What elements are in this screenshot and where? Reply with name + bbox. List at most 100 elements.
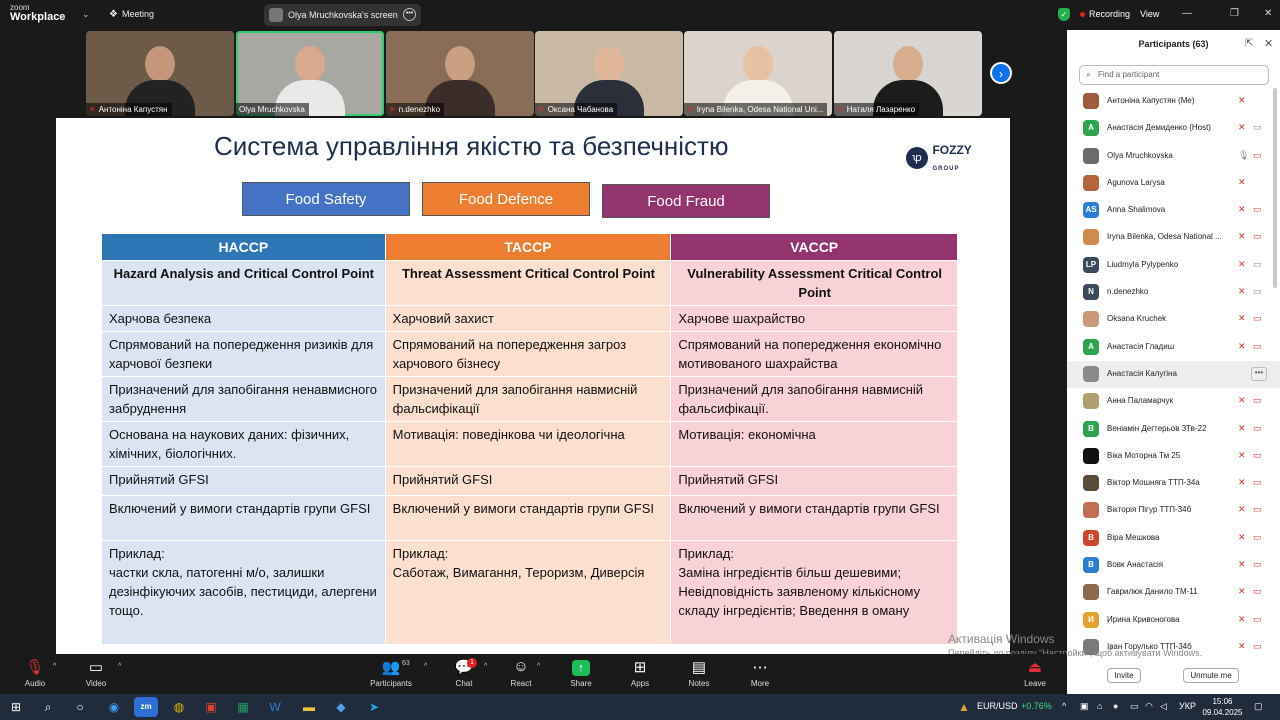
react-options-chevron-icon[interactable]: ^ [537, 663, 540, 670]
more-options-icon[interactable]: ••• [403, 8, 416, 21]
more-button[interactable]: ⋯ More [735, 658, 785, 688]
video-button[interactable]: ▭ Video [71, 658, 121, 688]
volume-icon[interactable]: ◁ [1160, 701, 1167, 712]
view-button[interactable]: View [1140, 9, 1159, 19]
pop-out-icon[interactable]: ⇱ [1245, 38, 1253, 49]
participant-name: Вовк Анастасія [1107, 560, 1164, 570]
video-tile[interactable]: ✕ Оксана Чабанова [535, 31, 683, 116]
participant-row[interactable]: Гаврилюк Данило ТМ-11 ✕ ▭ [1067, 579, 1280, 606]
apps-button[interactable]: ⊞ Apps [615, 658, 665, 688]
task-view-icon[interactable]: ○ [68, 697, 92, 717]
chevron-down-icon[interactable]: ⌄ [82, 9, 90, 20]
participant-row[interactable]: LP Liudmyla Pylypenko ✕ ▭ [1067, 252, 1280, 279]
participant-row[interactable]: Oksana Kruchek ✕ ▭ [1067, 306, 1280, 333]
invite-button[interactable]: Invite [1107, 668, 1141, 683]
shared-screen-area: Система управління якістю та безпечністю… [0, 118, 1067, 654]
muted-mic-icon: ✕ [1238, 477, 1246, 488]
pdf-reader-icon[interactable]: ▣ [199, 697, 223, 717]
tray-app-icon[interactable]: ▣ [1080, 701, 1089, 712]
store-app-icon[interactable]: ◆ [329, 697, 353, 717]
video-off-icon: ▭ [1253, 586, 1262, 597]
participant-row[interactable]: AS Anna Shalimova ✕ ▭ [1067, 197, 1280, 224]
video-tile[interactable]: ✕ Антоніна Капустян [86, 31, 234, 116]
search-icon[interactable]: ⌕ [36, 697, 60, 717]
participants-options-chevron-icon[interactable]: ^ [424, 663, 427, 670]
participant-row[interactable]: В Віра Мешкова ✕ ▭ [1067, 525, 1280, 552]
sharer-avatar [269, 8, 283, 22]
participant-row[interactable]: Вікторія Пігур ТТП-34б ✕ ▭ [1067, 497, 1280, 524]
avatar [1083, 229, 1099, 246]
participant-row[interactable]: Віка Моторна Тм 25 ✕ ▭ [1067, 443, 1280, 470]
title-bar-right: ✓ Recording View — ❐ ✕ [1050, 0, 1280, 30]
participant-row[interactable]: Антоніна Капустян (Me) ✕ [1067, 88, 1280, 115]
participant-row[interactable]: Анастасія Калугіна ••• [1067, 360, 1280, 389]
avatar [1083, 447, 1099, 464]
microphone-icon[interactable]: ● [1113, 701, 1118, 711]
avatar [1083, 174, 1099, 191]
maximize-icon[interactable]: ❐ [1230, 8, 1239, 19]
wifi-icon[interactable]: ◠ [1145, 701, 1153, 712]
participant-row[interactable]: Віктор Мошняга ТТП-34а ✕ ▭ [1067, 470, 1280, 497]
video-tile-active-speaker[interactable]: Olya Mruchkovska [236, 31, 384, 116]
currency-change: +0.76% [1021, 701, 1052, 711]
language-indicator[interactable]: УКР [1179, 701, 1196, 711]
security-shield-icon[interactable]: ✓ [1058, 8, 1070, 21]
share-button[interactable]: ↑ Share [556, 658, 606, 688]
participant-row[interactable]: А Анастасія Демиденко (Host) ✕ ▭ [1067, 115, 1280, 142]
participant-row[interactable]: И Ирина Кривоногова ✕ ▭ [1067, 607, 1280, 634]
participants-button[interactable]: 👥 63 Participants [366, 658, 416, 688]
file-explorer-icon[interactable]: ▬ [297, 697, 321, 717]
meeting-info-button[interactable]: ❖ Meeting [109, 9, 154, 20]
avatar: В [1083, 529, 1099, 546]
video-tile[interactable]: ✕ Наталя Лазаренко [834, 31, 982, 116]
participant-search-input[interactable]: ⌕ Find a participant [1079, 65, 1269, 85]
participant-list: Антоніна Капустян (Me) ✕ А Анастасія Демиде… [1067, 88, 1280, 661]
close-icon[interactable]: ✕ [1264, 37, 1273, 50]
participant-row[interactable]: Iryna Bilenka, Odesa National ... ✕ ▭ [1067, 224, 1280, 251]
video-tile[interactable]: ✕ n.denezhko [386, 31, 534, 116]
category-food-defence: Food Defence [422, 182, 590, 216]
windows-start-icon[interactable]: ⊞ [4, 697, 28, 717]
close-window-icon[interactable]: ✕ [1264, 8, 1272, 19]
participant-name: Віка Моторна Тм 25 [1107, 450, 1181, 460]
currency-label[interactable]: EUR/USD [977, 701, 1018, 711]
notes-button[interactable]: ▤ Notes [674, 658, 724, 688]
participant-row[interactable]: Olya Mruchkovska 🎙 ▭ [1067, 143, 1280, 170]
participant-row[interactable]: А Анастасія Гладиш ✕ ▭ [1067, 334, 1280, 361]
system-clock[interactable]: 15:06 09.04.2025 [1200, 696, 1245, 718]
excel-icon[interactable]: ▦ [231, 697, 255, 717]
chat-button[interactable]: 💬 1 Chat [439, 658, 489, 688]
participant-row[interactable]: Анна Паламарчук ✕ ▭ [1067, 388, 1280, 415]
usb-icon[interactable]: ⌂ [1097, 701, 1102, 711]
chrome-icon[interactable]: ◍ [167, 697, 191, 717]
battery-icon[interactable]: ▭ [1130, 701, 1139, 712]
notification-icon[interactable]: ▢ [1254, 701, 1263, 712]
participant-more-options-icon[interactable]: ••• [1251, 366, 1267, 381]
edge-browser-icon[interactable]: ◉ [102, 697, 126, 717]
next-page-arrow-icon[interactable]: › [990, 62, 1012, 84]
video-tile[interactable]: ✕ Iryna Bilenka, Odesa National Uni... [684, 31, 832, 116]
participant-name: Iryna Bilenka, Odesa National ... [1107, 232, 1222, 242]
video-options-chevron-icon[interactable]: ^ [118, 663, 121, 670]
participant-row[interactable]: Nn.denezhko ✕ ▭ [1067, 279, 1280, 306]
participant-row[interactable]: В Веніамін Дегтерьов 3Тв-22 ✕ ▭ [1067, 416, 1280, 443]
audio-options-chevron-icon[interactable]: ^ [53, 663, 56, 670]
leave-icon: ⏏ [1027, 659, 1043, 676]
unmute-me-button[interactable]: Unmute me [1183, 668, 1239, 683]
zoom-app-icon[interactable]: zm [134, 697, 158, 717]
tray-chevron-up-icon[interactable]: ^ [1062, 701, 1066, 711]
recording-indicator[interactable]: Recording [1080, 9, 1130, 19]
word-icon[interactable]: W [263, 697, 287, 717]
participant-row[interactable]: В Вовк Анастасія ✕ ▭ [1067, 552, 1280, 579]
table-cell: Приклад: Саботаж, Вимагання, Тероризм, Ди… [384, 540, 672, 645]
screen-share-indicator[interactable]: Olya Mruchkovska's screen ••• [264, 4, 421, 26]
zoom-logo[interactable]: zoom Workplace [10, 4, 65, 23]
leave-button[interactable]: ⏏ Leave [1010, 658, 1060, 688]
participant-row[interactable]: Agunova Larysa ✕ [1067, 170, 1280, 197]
chat-options-chevron-icon[interactable]: ^ [484, 663, 487, 670]
participant-list-scrollbar[interactable] [1273, 88, 1277, 288]
video-off-icon: ▭ [1253, 640, 1262, 651]
minimize-icon[interactable]: — [1182, 8, 1192, 19]
video-gallery-strip: ✕ Антоніна Капустян Olya Mruchkovska ✕ n.d… [0, 30, 1067, 118]
telegram-icon[interactable]: ➤ [362, 697, 386, 717]
